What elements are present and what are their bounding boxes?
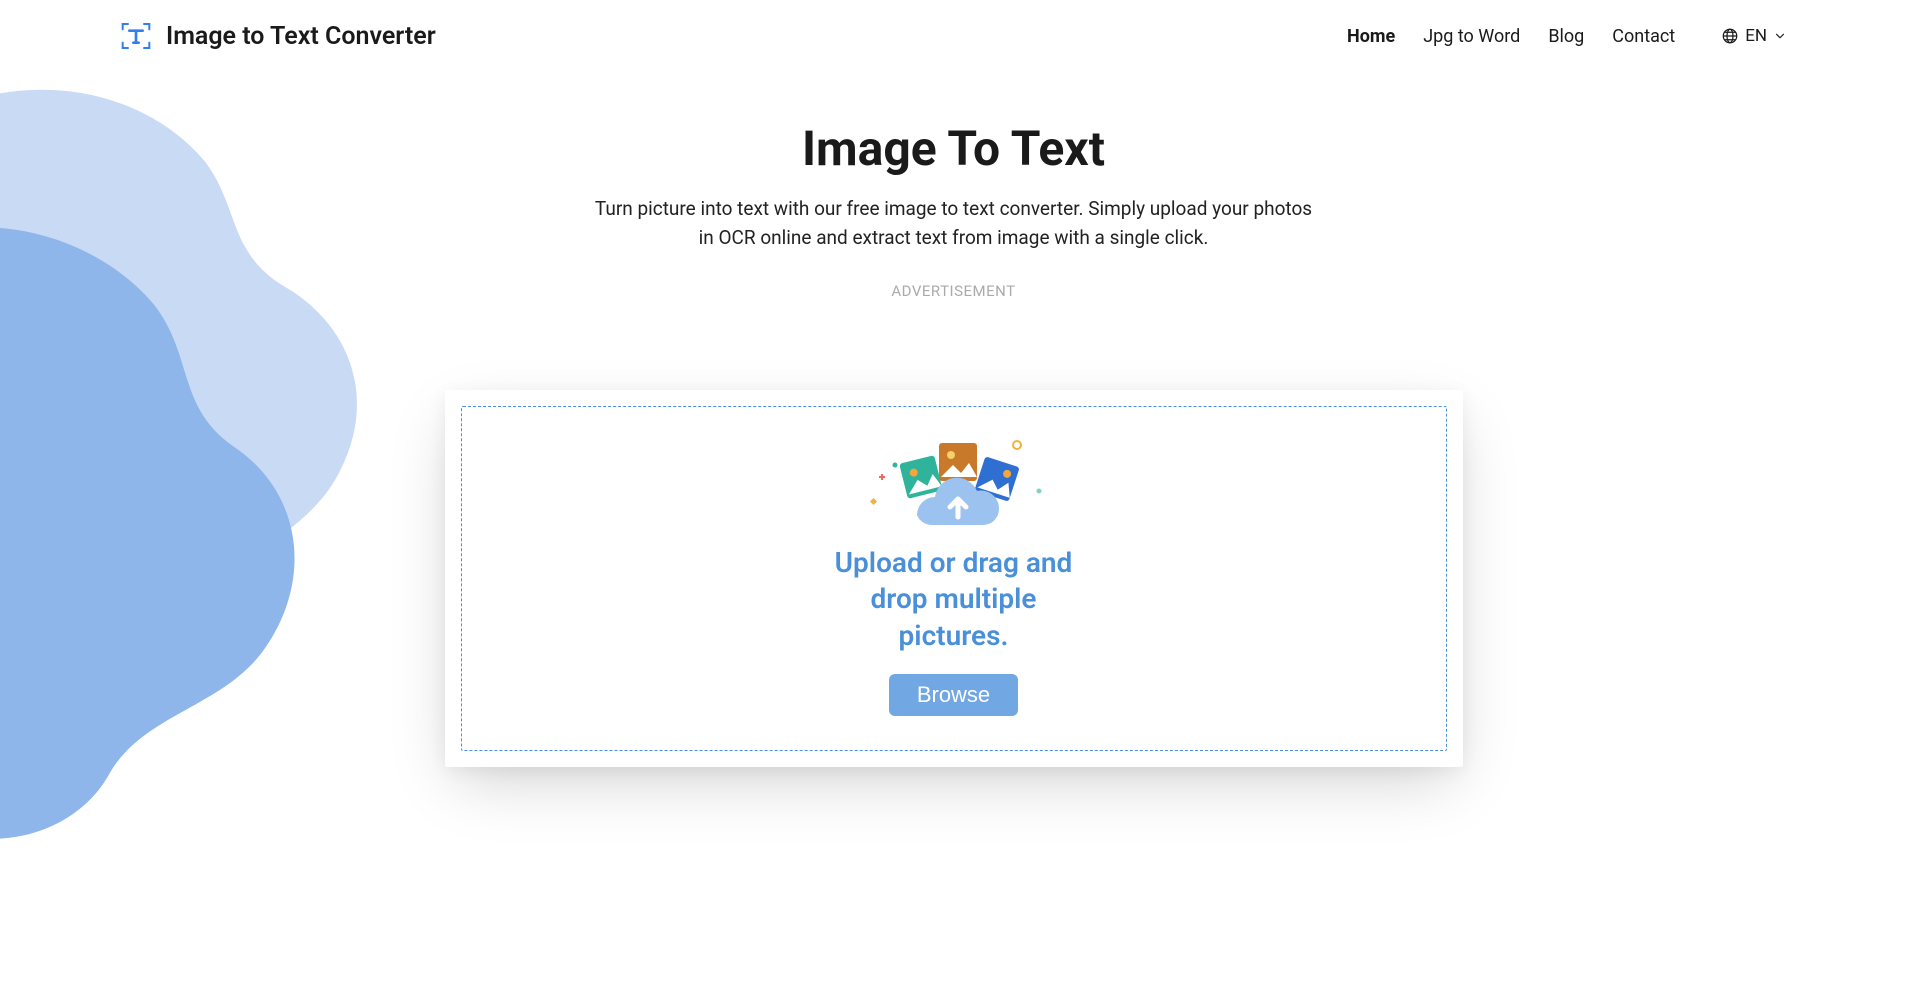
- browse-button[interactable]: Browse: [889, 674, 1018, 716]
- dropzone[interactable]: Upload or drag and drop multiple picture…: [461, 406, 1447, 751]
- nav-contact[interactable]: Contact: [1612, 26, 1675, 47]
- nav-jpg-to-word[interactable]: Jpg to Word: [1423, 26, 1520, 47]
- brand-name: Image to Text Converter: [166, 22, 436, 51]
- page-title: Image To Text: [0, 120, 1907, 177]
- upload-card: Upload or drag and drop multiple picture…: [445, 390, 1463, 767]
- nav-blog[interactable]: Blog: [1548, 26, 1584, 47]
- chevron-down-icon: [1773, 29, 1787, 43]
- language-code: EN: [1745, 26, 1767, 46]
- upload-illustration: [859, 435, 1049, 531]
- logo-icon: [120, 20, 152, 52]
- logo-group[interactable]: Image to Text Converter: [120, 20, 436, 52]
- advertisement-label: ADVERTISEMENT: [0, 282, 1907, 300]
- dropzone-text: Upload or drag and drop multiple picture…: [824, 545, 1084, 654]
- header: Image to Text Converter Home Jpg to Word…: [0, 0, 1907, 72]
- page-description: Turn picture into text with our free ima…: [594, 195, 1314, 252]
- main-nav: Home Jpg to Word Blog Contact EN: [1347, 26, 1787, 47]
- language-switcher[interactable]: EN: [1721, 26, 1787, 46]
- hero-section: Image To Text Turn picture into text wit…: [0, 72, 1907, 300]
- nav-home[interactable]: Home: [1347, 26, 1395, 47]
- globe-icon: [1721, 27, 1739, 45]
